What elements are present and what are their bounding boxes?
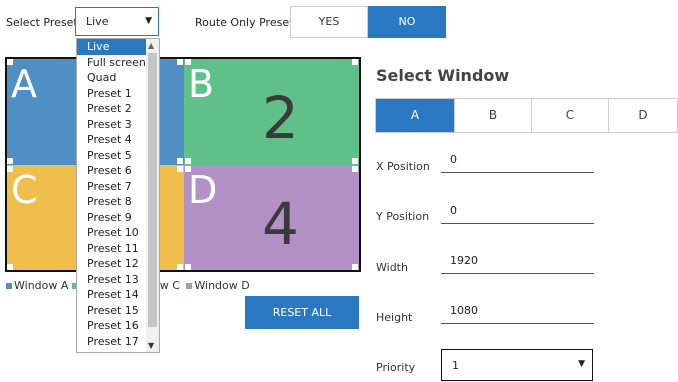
resize-handle[interactable] [7, 158, 13, 164]
tab-d[interactable]: D [609, 99, 677, 132]
resize-handle[interactable] [185, 166, 191, 172]
tab-a[interactable]: A [376, 99, 455, 132]
preset-option[interactable]: Preset 2 [77, 101, 147, 117]
preset-option[interactable]: Preset 10 [77, 225, 147, 241]
window-b[interactable]: B 2 [184, 59, 359, 165]
window-d-swatch [186, 283, 193, 289]
chevron-down-icon: ▼ [578, 359, 585, 369]
tab-c[interactable]: C [532, 99, 609, 132]
route-yes-button[interactable]: YES [290, 6, 368, 38]
select-window-title: Select Window [376, 66, 510, 85]
preset-dropdown-list[interactable]: Live Full screen Quad Preset 1 Preset 2 … [76, 38, 160, 353]
chevron-down-icon: ▼ [145, 16, 152, 26]
tab-b[interactable]: B [455, 99, 532, 132]
y-position-input[interactable]: 0 [441, 204, 594, 224]
route-only-preset-label: Route Only Preset [195, 16, 294, 29]
priority-select[interactable]: 1 ▼ [441, 349, 593, 381]
preset-option[interactable]: Preset 8 [77, 194, 147, 210]
window-d-letter: D [188, 168, 218, 212]
resize-handle[interactable] [352, 158, 358, 164]
window-c-letter: C [11, 168, 38, 212]
height-input[interactable]: 1080 [441, 304, 594, 324]
preset-option[interactable]: Preset 6 [77, 163, 147, 179]
scroll-up-icon[interactable]: ▲ [148, 41, 154, 50]
window-legend: Window A [6, 279, 80, 292]
route-no-button[interactable]: NO [368, 6, 446, 38]
window-a-swatch [6, 283, 12, 289]
preset-option[interactable]: Preset 14 [77, 287, 147, 303]
window-tabs: A B C D [375, 98, 678, 133]
x-position-label: X Position [376, 160, 430, 173]
preset-option[interactable]: Preset 3 [77, 117, 147, 133]
resize-handle[interactable] [352, 264, 358, 270]
resize-handle[interactable] [177, 158, 183, 164]
preset-option[interactable]: Preset 4 [77, 132, 147, 148]
window-a-letter: A [11, 62, 37, 106]
preset-option[interactable]: Live [77, 39, 147, 55]
preset-select[interactable]: Live ▼ [75, 7, 159, 36]
preset-option[interactable]: Preset 16 [77, 318, 147, 334]
width-label: Width [376, 261, 408, 274]
resize-handle[interactable] [185, 264, 191, 270]
preset-option[interactable]: Quad [77, 70, 147, 86]
scrollbar-thumb[interactable] [148, 53, 157, 327]
preset-option[interactable]: Preset 15 [77, 303, 147, 319]
resize-handle[interactable] [7, 59, 13, 65]
window-layout-canvas: A B 2 C D 4 [5, 57, 361, 272]
priority-value: 1 [452, 359, 459, 372]
preset-options: Live Full screen Quad Preset 1 Preset 2 … [77, 39, 147, 349]
preset-option[interactable]: Preset 9 [77, 210, 147, 226]
preset-option[interactable]: Preset 1 [77, 86, 147, 102]
resize-handle[interactable] [352, 59, 358, 65]
resize-handle[interactable] [185, 59, 191, 65]
dropdown-scrollbar[interactable]: ▲ ▼ [146, 39, 159, 352]
window-b-letter: B [188, 62, 215, 106]
preset-option[interactable]: Full screen [77, 55, 147, 71]
window-legend-c: dow C Window D [146, 279, 250, 292]
reset-all-button[interactable]: RESET ALL [245, 296, 359, 329]
resize-handle[interactable] [177, 59, 183, 65]
select-preset-label: Select Preset [6, 16, 78, 29]
resize-handle[interactable] [7, 166, 13, 172]
window-d-number: 4 [262, 190, 299, 258]
resize-handle[interactable] [177, 166, 183, 172]
scroll-down-icon[interactable]: ▼ [148, 341, 154, 350]
legend-window-a: Window A [14, 279, 69, 292]
preset-option[interactable]: Preset 5 [77, 148, 147, 164]
preset-option[interactable]: Preset 7 [77, 179, 147, 195]
resize-handle[interactable] [185, 158, 191, 164]
window-d[interactable]: D 4 [184, 165, 359, 270]
window-b-number: 2 [262, 84, 299, 152]
resize-handle[interactable] [177, 264, 183, 270]
priority-label: Priority [376, 361, 416, 374]
legend-window-d: Window D [194, 279, 250, 292]
height-label: Height [376, 311, 413, 324]
preset-option[interactable]: Preset 12 [77, 256, 147, 272]
resize-handle[interactable] [7, 264, 13, 270]
resize-handle[interactable] [352, 166, 358, 172]
preset-select-value: Live [86, 15, 109, 28]
width-input[interactable]: 1920 [441, 254, 594, 274]
preset-option[interactable]: Preset 11 [77, 241, 147, 257]
y-position-label: Y Position [376, 210, 430, 223]
x-position-input[interactable]: 0 [441, 153, 594, 173]
preset-option[interactable]: Preset 17 [77, 334, 147, 350]
preset-option[interactable]: Preset 13 [77, 272, 147, 288]
